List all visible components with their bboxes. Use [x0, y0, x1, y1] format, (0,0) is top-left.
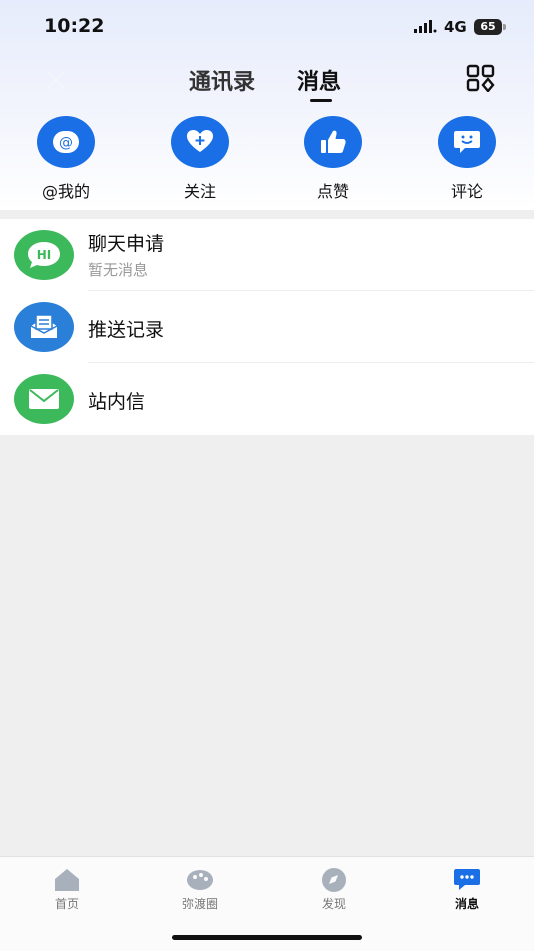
tabbar-home-label: 首页: [54, 897, 79, 911]
grid-menu-icon[interactable]: [465, 64, 497, 92]
status-bar: 10:22 4G 65: [0, 0, 534, 56]
tabbar-midu-circle[interactable]: 弥渡圈: [150, 867, 250, 912]
quick-like[interactable]: 点赞: [278, 116, 388, 202]
home-indicator: [172, 935, 362, 940]
chat-bubble-icon: [453, 867, 481, 893]
push-records-title: 推送记录: [88, 319, 165, 341]
tab-contacts[interactable]: 通讯录: [189, 64, 255, 96]
list-item-push-records[interactable]: 推送记录: [0, 291, 534, 363]
heart-plus-icon: [171, 116, 229, 168]
message-list: HI 聊天申请 暂无消息 推送记录 站内信: [0, 219, 534, 435]
network-label: 4G: [444, 18, 467, 36]
list-item-site-mail[interactable]: 站内信: [0, 363, 534, 435]
status-time: 10:22: [44, 15, 105, 37]
hi-chat-icon: HI: [14, 230, 74, 280]
active-tab-indicator: [310, 99, 332, 102]
mail-icon: [14, 374, 74, 424]
comment-icon: [438, 116, 496, 168]
tab-messages[interactable]: 消息: [297, 64, 341, 96]
tabbar-home[interactable]: 首页: [17, 867, 117, 912]
quick-comment[interactable]: 评论: [412, 116, 522, 202]
tabbar-messages-label: 消息: [454, 897, 479, 911]
thumbs-up-icon: [304, 116, 362, 168]
palette-icon: [186, 867, 214, 893]
push-inbox-icon: [14, 302, 74, 352]
quick-like-label: 点赞: [316, 182, 349, 201]
compass-icon: [320, 867, 348, 893]
svg-text:@: @: [59, 135, 73, 151]
list-item-chat-request[interactable]: HI 聊天申请 暂无消息: [0, 219, 534, 291]
at-icon: @: [37, 116, 95, 168]
hi-chat-icon-text: HI: [36, 248, 52, 262]
home-icon: [53, 867, 81, 893]
tabbar-discover[interactable]: 发现: [284, 867, 384, 912]
quick-comment-label: 评论: [450, 182, 483, 201]
signal-icon: [414, 20, 437, 33]
quick-follow-label: 关注: [183, 182, 216, 201]
battery-icon: 65: [474, 19, 502, 35]
tabbar-midu-circle-label: 弥渡圈: [181, 897, 218, 911]
chat-request-title: 聊天申请: [88, 233, 165, 255]
tabbar-messages[interactable]: 消息: [417, 867, 517, 912]
site-mail-title: 站内信: [88, 391, 146, 413]
tabbar-discover-label: 发现: [321, 897, 346, 911]
quick-at-me-label: @我的: [41, 182, 90, 201]
top-tabs: 通讯录 消息: [0, 60, 534, 102]
quick-actions: @ @我的 关注 点赞 评论: [0, 112, 534, 208]
chat-request-subtitle: 暂无消息: [88, 261, 149, 279]
quick-at-me[interactable]: @ @我的: [11, 116, 121, 202]
quick-follow[interactable]: 关注: [145, 116, 255, 202]
battery-cap: [503, 24, 506, 30]
